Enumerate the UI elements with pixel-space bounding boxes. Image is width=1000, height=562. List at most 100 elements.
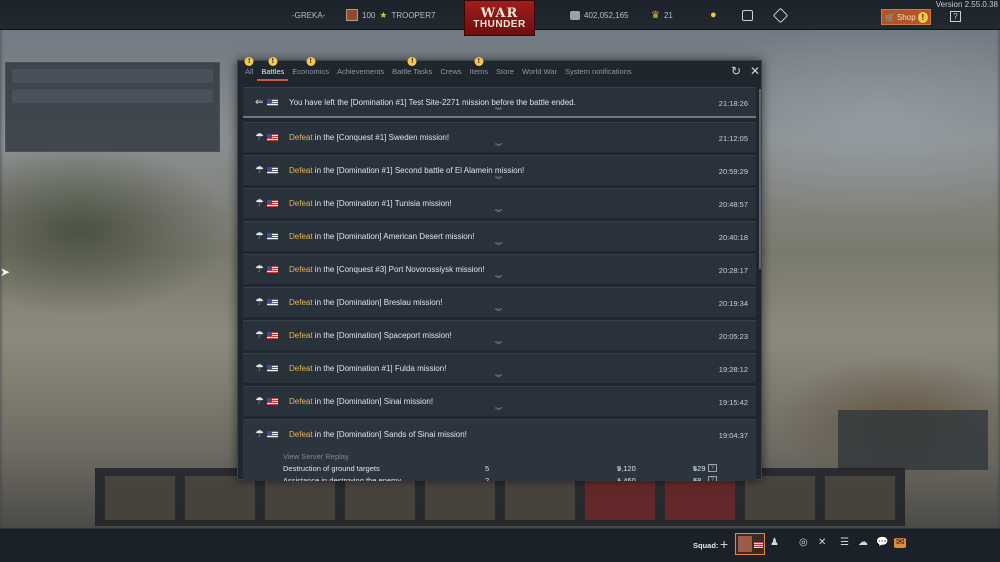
result-label: Defeat (289, 232, 313, 241)
tab-store[interactable]: Store (492, 61, 518, 81)
help-icon[interactable]: ? (708, 464, 717, 472)
profile-button[interactable]: 100 ★ TROOPER7 (346, 0, 435, 30)
war-thunder-logo: WAR THUNDER (464, 0, 535, 36)
tab-label: Economics (292, 67, 329, 76)
player-level: 100 (362, 10, 376, 20)
tab-achievements[interactable]: Achievements (333, 61, 388, 81)
profile-name[interactable]: -GREKA- (292, 0, 325, 30)
list-icon[interactable]: ☰ (840, 538, 849, 548)
result-label: Defeat (289, 298, 313, 307)
notifications-window: All! Battles! Economics! Achievements Battle… (237, 57, 762, 481)
notification-row[interactable]: ☂ Defeat in the [Conquest #3] Port Novoro… (243, 254, 756, 284)
notification-row[interactable]: ⇐ You have left the [Domination #1] Test … (243, 87, 756, 118)
message-text: in the [Domination #1] Tunisia mission! (312, 199, 452, 208)
chevron-down-icon[interactable]: ︾ (495, 375, 502, 382)
scrollbar[interactable] (759, 89, 761, 269)
chat-icon[interactable]: 💬 (876, 538, 888, 548)
chevron-down-icon[interactable]: ︾ (495, 408, 502, 415)
friends-icon[interactable]: ☁ (858, 538, 868, 548)
notification-row[interactable]: ☂ Defeat in the [Domination] Spaceport mi… (243, 320, 756, 350)
tab-system-notifications[interactable]: System notifications (561, 61, 636, 81)
silver-lions[interactable]: 402,052,165 (570, 0, 629, 30)
people-icon[interactable]: ◎ (799, 538, 808, 548)
chevron-down-icon[interactable]: ︾ (495, 177, 502, 184)
help-icon[interactable]: ? (708, 476, 717, 481)
user-icon[interactable]: ♟ (770, 538, 779, 548)
notification-row[interactable]: ☂ Defeat in the [Domination] American Des… (243, 221, 756, 251)
tab-battles[interactable]: Battles! (257, 57, 289, 81)
message-text: in the [Domination] Sinai mission! (312, 397, 434, 406)
notification-message: Defeat in the [Domination #1] Fulda miss… (289, 364, 446, 373)
cart-icon: 🛒 (885, 12, 895, 22)
notification-list: ⇐ You have left the [Domination #1] Test … (243, 87, 756, 481)
mail-icon[interactable]: ✉ (894, 538, 907, 548)
result-label: Defeat (289, 364, 313, 373)
notification-time: 20:40:18 (718, 233, 748, 242)
notification-message: Defeat in the [Domination #1] Second bat… (289, 166, 524, 175)
tab-all[interactable]: All! (241, 57, 257, 81)
help-button[interactable]: ? (950, 11, 961, 22)
notification-time: 20:19:34 (718, 299, 748, 308)
silver-lions-icon: ● (617, 464, 622, 473)
notification-message: Defeat in the [Domination] Breslau missi… (289, 298, 442, 307)
add-squad-member-icon[interactable]: + (720, 536, 728, 552)
chevron-down-icon[interactable]: ︾ (495, 210, 502, 217)
refresh-icon[interactable]: ↻ (731, 65, 741, 77)
premium-button[interactable] (742, 0, 753, 30)
tips-button[interactable]: ● (710, 0, 717, 30)
notification-tabs: All! Battles! Economics! Achievements Battle… (238, 57, 761, 81)
stat-label: Destruction of ground targets (283, 464, 380, 473)
usa-flag-icon (267, 200, 278, 207)
silver-lions-amount: 402,052,165 (584, 10, 629, 20)
username: TROOPER7 (391, 10, 436, 20)
usa-flag-icon (267, 332, 278, 339)
chevron-down-icon[interactable]: ︾ (495, 309, 502, 316)
notification-row[interactable]: ☂ Defeat in the [Domination #1] Tunisia m… (243, 188, 756, 218)
squad-member[interactable] (735, 533, 765, 555)
chevron-down-icon[interactable]: ︾ (495, 108, 502, 115)
notification-time: 20:28:17 (718, 266, 748, 275)
tab-label: Achievements (336, 67, 385, 76)
notification-time: 19:28:12 (718, 365, 748, 374)
parachute-icon: ☂ (255, 198, 264, 209)
tab-label: Items (469, 67, 488, 76)
stat-count: 2 (485, 476, 490, 481)
notification-row[interactable]: ☂ Defeat in the [Conquest #1] Sweden miss… (243, 122, 756, 152)
close-icon[interactable]: ✕ (750, 65, 760, 77)
parachute-icon: ☂ (255, 231, 264, 242)
chevron-down-icon[interactable]: ︾ (495, 276, 502, 283)
tab-label: Store (496, 67, 514, 76)
usa-flag-icon (267, 266, 278, 273)
tab-world-war[interactable]: World War (518, 61, 561, 81)
items-button[interactable] (772, 0, 789, 30)
leave-icon: ⇐ (255, 97, 264, 108)
stat-label: Assistance in destroying the enemy (283, 476, 401, 481)
leave-squad-icon[interactable]: ✕ (818, 538, 826, 548)
chevron-down-icon[interactable]: ︾ (495, 342, 502, 349)
clan-tag: -GREKA- (292, 10, 326, 20)
message-text: in the [Domination] Breslau mission! (312, 298, 443, 307)
message-text: in the [Domination] Sands of Sinai missi… (312, 430, 467, 439)
notification-row[interactable]: ☂ Defeat in the [Domination #1] Fulda mis… (243, 353, 756, 383)
tab-economics[interactable]: Economics! (288, 57, 333, 81)
tab-battle-tasks[interactable]: Battle Tasks! (388, 57, 436, 81)
message-text: in the [Domination] Spaceport mission! (312, 331, 452, 340)
message-text: You have left the [Domination #1] Test S… (289, 98, 576, 107)
notification-row[interactable]: ☂ Defeat in the [Domination] Sinai missio… (243, 386, 756, 416)
chevron-down-icon[interactable]: ︾ (495, 144, 502, 151)
result-label: Defeat (289, 397, 313, 406)
notification-row[interactable]: ☂ Defeat in the [Domination] Breslau miss… (243, 287, 756, 317)
notification-message: Defeat in the [Domination #1] Tunisia mi… (289, 199, 452, 208)
tab-items[interactable]: Items! (466, 57, 492, 81)
notification-message: Defeat in the [Domination] Sands of Sina… (289, 430, 467, 439)
usa-flag-icon (267, 134, 278, 141)
chevron-down-icon[interactable]: ︾ (495, 243, 502, 250)
result-label: Defeat (289, 166, 313, 175)
view-server-replay-link[interactable]: View Server Replay (283, 452, 349, 461)
result-label: Defeat (289, 133, 313, 142)
tab-crews[interactable]: Crews (436, 61, 465, 81)
notification-row-expanded[interactable]: ☂ Defeat in the [Domination] Sands of Sin… (243, 419, 756, 481)
notification-row[interactable]: ☂ Defeat in the [Domination #1] Second ba… (243, 155, 756, 185)
golden-eagles[interactable]: ♛ 21 (651, 0, 673, 30)
shop-button[interactable]: 🛒 Shop ! (881, 9, 931, 25)
